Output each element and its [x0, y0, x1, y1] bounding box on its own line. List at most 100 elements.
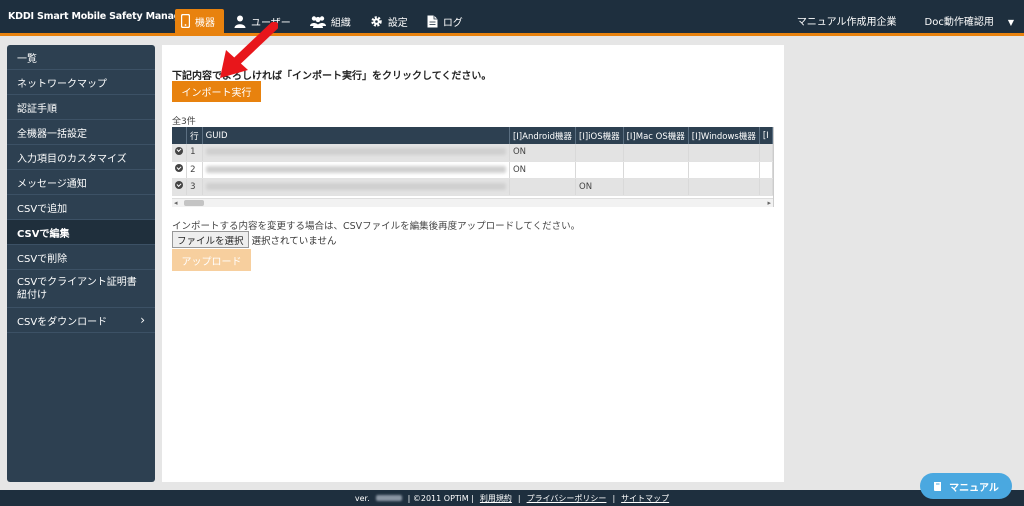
redacted-version — [375, 495, 402, 501]
main-content: 下記内容でよろしければ「インポート実行」をクリックしてください。 インポート実行… — [162, 45, 784, 482]
mac-cell — [623, 161, 689, 179]
upload-button[interactable]: アップロード — [172, 249, 251, 271]
terms-link[interactable]: 利用規約 — [480, 493, 512, 504]
version-label: ver. — [354, 493, 370, 503]
ios-cell — [575, 161, 624, 179]
guid-cell — [202, 144, 510, 162]
sidebar-item-label: CSVをダウンロード — [17, 316, 108, 328]
phone-icon — [181, 14, 190, 28]
col-header-mac: [I]Mac OS機器 — [623, 127, 689, 144]
manual-button[interactable]: マニュアル — [920, 473, 1012, 499]
header-account: マニュアル作成用企業 Doc動作確認用 ▼ — [783, 13, 1014, 28]
table-row: 3 ON — [172, 178, 773, 196]
group-icon — [309, 15, 326, 28]
sidebar-item-bulk-settings[interactable]: 全機器一括設定 — [7, 120, 155, 145]
user-menu[interactable]: Doc動作確認用 ▼ — [911, 13, 1014, 28]
check-circle-icon — [175, 164, 183, 172]
col-header-windows: [I]Windows機器 — [688, 127, 760, 144]
annotation-arrow-icon — [220, 22, 278, 78]
sidebar-item-label: CSVで編集 — [17, 228, 70, 240]
nav-settings-label: 設定 — [387, 17, 408, 29]
guid-cell — [202, 178, 510, 196]
android-cell: ON — [509, 161, 577, 179]
sidebar-item-csv-client-cert[interactable]: CSVでクライアント証明書紐付け — [7, 270, 155, 308]
sidebar-item-label: 一覧 — [17, 53, 37, 65]
nav-organization-label: 組織 — [330, 17, 351, 29]
sidebar-item-label: CSVで追加 — [17, 203, 68, 215]
chevron-right-icon: › — [140, 313, 145, 327]
table-row: 1 ON — [172, 144, 773, 162]
file-picker: ファイルを選択 選択されていません — [172, 231, 336, 248]
company-link[interactable]: マニュアル作成用企業 — [797, 13, 897, 28]
ios-cell — [575, 144, 624, 162]
sidebar-item-csv-delete[interactable]: CSVで削除 — [7, 245, 155, 270]
sidebar-item-csv-add[interactable]: CSVで追加 — [7, 195, 155, 220]
android-cell — [509, 178, 577, 196]
sidebar-item-network-map[interactable]: ネットワークマップ — [7, 70, 155, 95]
sidebar-item-label: CSVで削除 — [17, 253, 68, 265]
android-cell: ON — [509, 144, 577, 162]
scroll-thumb[interactable] — [184, 200, 204, 206]
footer-separator: | — [612, 493, 616, 503]
row-number: 2 — [186, 161, 203, 179]
windows-cell — [688, 144, 760, 162]
import-execute-button[interactable]: インポート実行 — [172, 81, 261, 102]
edit-note-text: インポートする内容を変更する場合は、CSVファイルを編集後再度アップロードしてく… — [172, 221, 581, 232]
book-icon — [934, 481, 942, 491]
nav-devices-label: 機器 — [195, 17, 215, 29]
sidebar-item-list[interactable]: 一覧 — [7, 45, 155, 70]
ios-cell: ON — [575, 178, 624, 196]
redacted-guid — [205, 148, 506, 156]
col-header-ios: [I]iOS機器 — [575, 127, 624, 144]
nav-log[interactable]: ログ — [421, 9, 472, 33]
horizontal-scrollbar[interactable]: ◂ ▸ — [172, 198, 773, 207]
copyright-text: | ©2011 OPTiM | — [407, 493, 474, 503]
sidebar-item-label: 入力項目のカスタマイズ — [17, 153, 127, 165]
redacted-guid — [205, 165, 506, 173]
scroll-left-icon[interactable]: ◂ — [174, 199, 178, 207]
footer: ver. | ©2011 OPTiM | 利用規約 | プライバシーポリシー |… — [0, 490, 1024, 506]
sidebar-item-label: ネットワークマップ — [17, 78, 107, 90]
row-number: 3 — [186, 178, 203, 196]
nav-organization[interactable]: 組織 — [304, 9, 360, 33]
redacted-guid — [205, 182, 506, 190]
nav-log-label: ログ — [442, 17, 463, 29]
guid-cell — [202, 161, 510, 179]
header-bar: KDDI Smart Mobile Safety Manager 機器 ユーザー… — [0, 0, 1024, 36]
check-circle-icon — [175, 146, 183, 155]
sidebar-item-auth-procedure[interactable]: 認証手順 — [7, 95, 155, 120]
check-circle-icon — [175, 181, 183, 189]
choose-file-button[interactable]: ファイルを選択 — [172, 231, 249, 248]
brand-title: KDDI Smart Mobile Safety Manager — [8, 11, 192, 22]
caret-down-icon: ▼ — [1007, 18, 1014, 27]
import-preview-table[interactable]: 行 GUID [I]Android機器 [I]iOS機器 [I]Mac OS機器… — [172, 127, 774, 207]
table-header-row: 行 GUID [I]Android機器 [I]iOS機器 [I]Mac OS機器… — [172, 127, 773, 144]
sidebar-item-label: 認証手順 — [17, 103, 57, 115]
privacy-link[interactable]: プライバシーポリシー — [527, 493, 607, 504]
sidebar-item-csv-download[interactable]: CSVをダウンロード › — [7, 308, 155, 333]
manual-button-label: マニュアル — [949, 482, 999, 494]
nav-settings[interactable]: 設定 — [364, 9, 417, 33]
user-name: Doc動作確認用 — [924, 17, 994, 28]
col-header-guid: GUID — [202, 127, 510, 144]
table-row: 2 ON — [172, 161, 773, 179]
document-icon — [427, 15, 438, 27]
mac-cell — [623, 144, 689, 162]
sitemap-link[interactable]: サイトマップ — [621, 493, 669, 504]
sidebar-item-csv-edit[interactable]: CSVで編集 — [7, 220, 155, 245]
row-number: 1 — [186, 144, 203, 162]
scroll-right-icon[interactable]: ▸ — [767, 199, 771, 207]
gear-icon — [371, 15, 382, 27]
col-header-more: [I — [759, 127, 773, 144]
mac-cell — [623, 178, 689, 196]
sidebar-item-label: 全機器一括設定 — [17, 128, 87, 140]
footer-separator: | — [517, 493, 521, 503]
sidebar-item-customize-fields[interactable]: 入力項目のカスタマイズ — [7, 145, 155, 170]
windows-cell — [688, 161, 760, 179]
col-header-status — [172, 127, 188, 144]
col-header-android: [I]Android機器 — [509, 127, 577, 144]
file-status-text: 選択されていません — [251, 235, 337, 247]
col-header-row: 行 — [186, 127, 203, 144]
windows-cell — [688, 178, 760, 196]
sidebar-item-message-notify[interactable]: メッセージ通知 — [7, 170, 155, 195]
